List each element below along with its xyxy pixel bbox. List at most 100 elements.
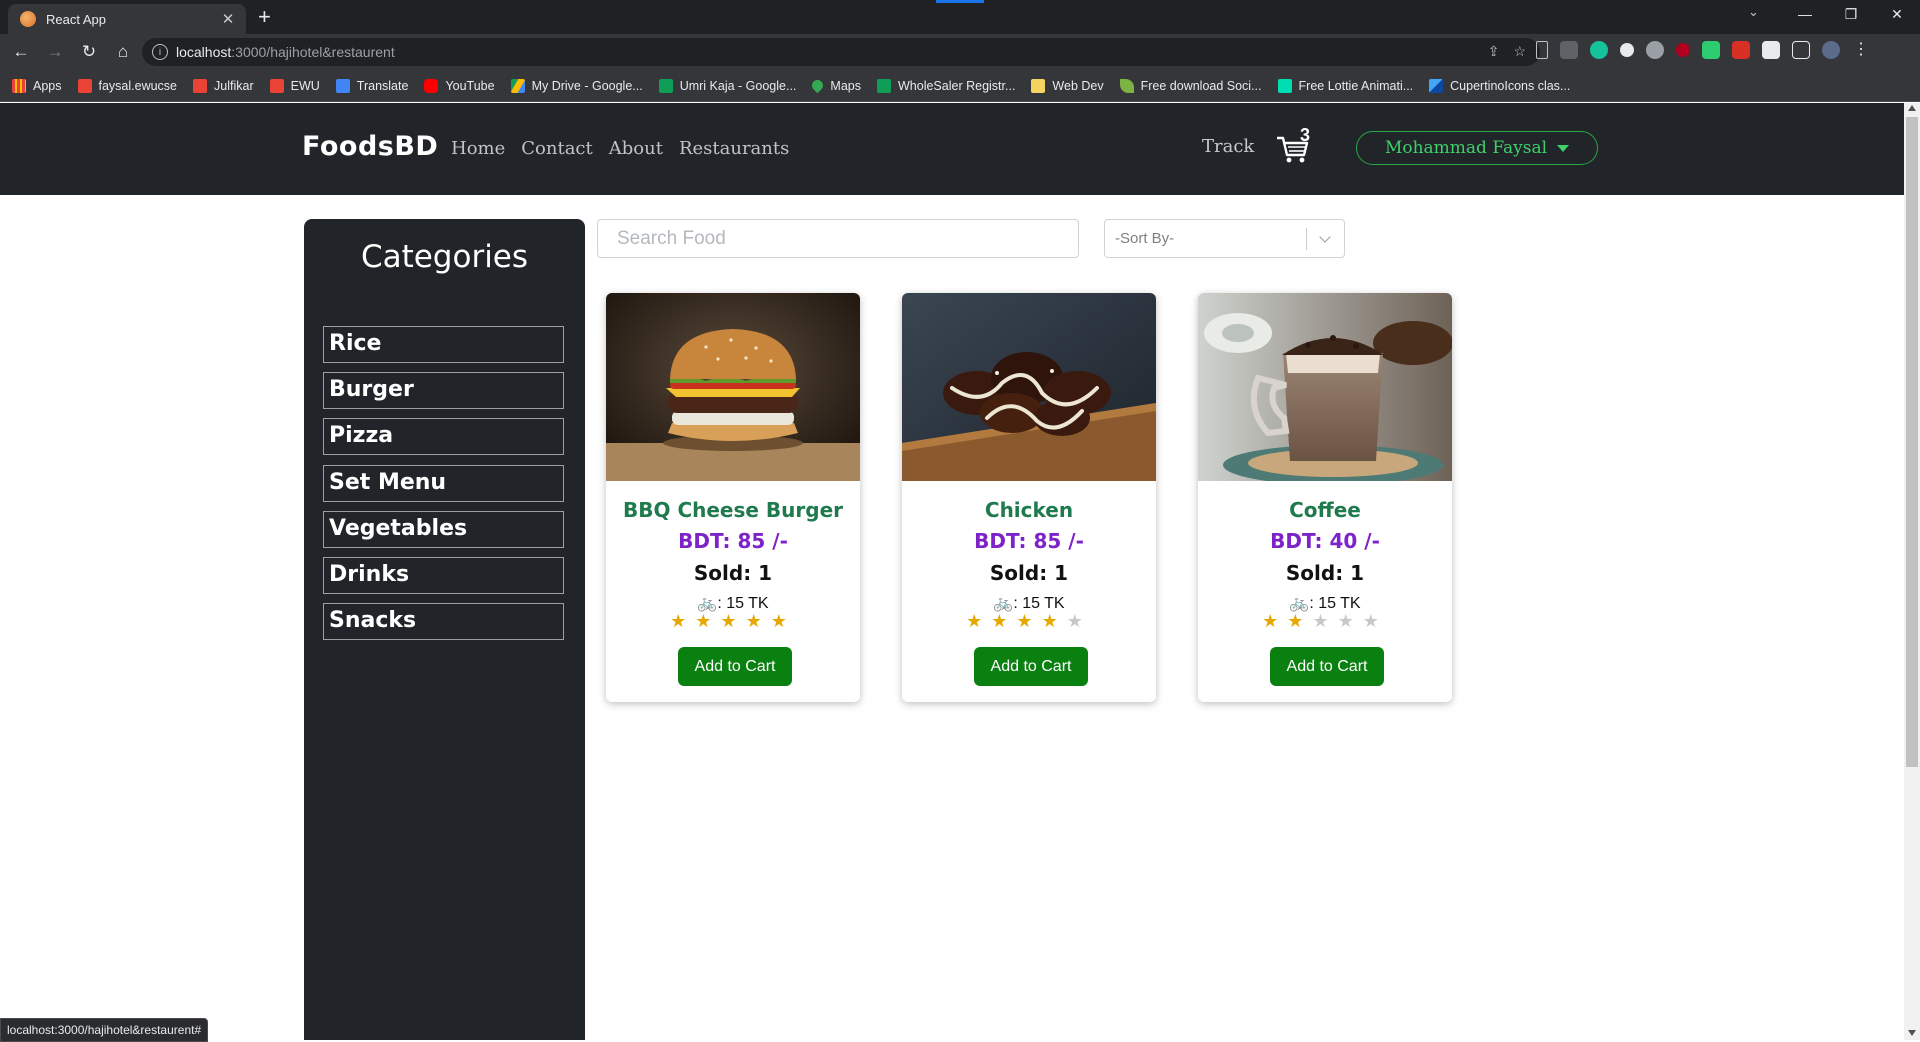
window-controls: — ❐ ✕ <box>1782 0 1920 30</box>
device-icon[interactable] <box>1536 41 1548 59</box>
bookmark-item[interactable]: Web Dev <box>1031 78 1104 93</box>
star-rating: ★★★★★ <box>902 611 1156 632</box>
bookmark-item[interactable]: My Drive - Google... <box>510 78 643 93</box>
profile-avatar-icon[interactable] <box>1822 41 1840 59</box>
category-vegetables[interactable]: Vegetables <box>323 511 564 548</box>
ublock-icon[interactable] <box>1676 43 1690 57</box>
star-filled-icon: ★ <box>1287 611 1313 631</box>
bookmarks-bar: Apps faysal.ewucse Julfikar EWU Translat… <box>0 70 1920 102</box>
product-card: Coffee BDT: 40 /- Sold: 1 🚲: 15 TK ★★★★★… <box>1198 293 1452 702</box>
bookmark-label: YouTube <box>445 78 495 93</box>
restore-icon[interactable]: ❐ <box>1828 0 1874 30</box>
bookmark-star-icon[interactable]: ☆ <box>1513 43 1526 60</box>
categories-title: Categories <box>360 239 529 275</box>
address-bar[interactable]: i localhost :3000/hajihotel&restaurent ⇪… <box>142 38 1540 66</box>
nav-links: Home Contact About Restaurants <box>451 138 789 159</box>
scroll-up-icon[interactable] <box>1908 105 1916 111</box>
clock-extension-icon[interactable] <box>1620 43 1634 57</box>
browser-tab[interactable]: React App ✕ <box>8 4 246 34</box>
star-filled-icon: ★ <box>770 611 796 631</box>
brand-logo[interactable]: FoodsBD <box>302 131 438 162</box>
extensions-area: ⋮ <box>1536 41 1870 59</box>
bookmark-item[interactable]: Apps <box>12 78 62 93</box>
cloud-extension-icon[interactable] <box>1646 41 1664 59</box>
bookmark-item[interactable]: WholeSaler Registr... <box>877 78 1016 93</box>
sort-by-select[interactable]: -Sort By- <box>1104 219 1345 258</box>
reload-icon[interactable]: ↻ <box>72 42 106 62</box>
bookmark-item[interactable]: Free Lottie Animati... <box>1277 78 1413 93</box>
category-set-menu[interactable]: Set Menu <box>323 465 564 502</box>
bookmark-item[interactable]: CupertinoIcons clas... <box>1429 78 1571 93</box>
red-extension-icon[interactable] <box>1732 41 1750 59</box>
category-snacks[interactable]: Snacks <box>323 603 564 640</box>
omnibox-actions: ⇪ ☆ <box>1488 43 1526 60</box>
sheets-icon <box>658 78 673 93</box>
bookmark-item[interactable]: Umri Kaja - Google... <box>658 78 796 93</box>
bookmark-item[interactable]: Translate <box>335 78 408 93</box>
site-info-icon[interactable]: i <box>152 44 168 60</box>
page-scrollbar[interactable] <box>1904 103 1920 1040</box>
search-food-input[interactable]: Search Food <box>597 219 1079 258</box>
pen-extension-icon[interactable] <box>1560 41 1578 59</box>
browser-tab-strip: React App ✕ + ⌄ — ❐ ✕ <box>0 0 1920 34</box>
bookmark-label: EWU <box>290 78 320 93</box>
track-link[interactable]: Track <box>1202 136 1254 157</box>
category-burger[interactable]: Burger <box>323 372 564 409</box>
forward-icon[interactable]: → <box>38 42 72 62</box>
bookmark-item[interactable]: Maps <box>810 77 861 94</box>
categories-sidebar: Categories Rice Burger Pizza Set Menu Ve… <box>304 219 585 1040</box>
nav-link-restaurants[interactable]: Restaurants <box>679 138 789 159</box>
category-rice[interactable]: Rice <box>323 326 564 363</box>
translate-icon <box>335 78 350 93</box>
back-icon[interactable]: ← <box>4 42 38 62</box>
minimize-icon[interactable]: — <box>1782 0 1828 30</box>
scroll-down-icon[interactable] <box>1908 1030 1916 1036</box>
category-pizza[interactable]: Pizza <box>323 418 564 455</box>
sheets-icon <box>877 78 891 93</box>
star-filled-icon: ★ <box>966 611 992 631</box>
menu-kebab-icon[interactable]: ⋮ <box>1852 41 1870 59</box>
new-tab-button[interactable]: + <box>258 4 271 30</box>
tab-search-icon[interactable]: ⌄ <box>1748 4 1759 20</box>
side-panel-icon[interactable] <box>1792 41 1810 59</box>
apps-grid-icon <box>12 78 26 93</box>
product-sold: Sold: 1 <box>1285 561 1365 585</box>
extensions-puzzle-icon[interactable] <box>1762 41 1780 59</box>
scrollbar-thumb[interactable] <box>1906 117 1918 767</box>
add-to-cart-button[interactable]: Add to Cart <box>678 647 792 686</box>
user-name: Mohammad Faysal <box>1384 138 1548 158</box>
grammarly-icon[interactable] <box>1590 41 1608 59</box>
home-icon[interactable]: ⌂ <box>106 42 140 62</box>
drive-icon <box>510 78 525 93</box>
react-app-favicon-icon <box>20 11 36 27</box>
bookmark-item[interactable]: EWU <box>269 78 320 93</box>
share-icon[interactable]: ⇪ <box>1488 43 1500 60</box>
bookmark-item[interactable]: faysal.ewucse <box>77 78 177 93</box>
user-dropdown-button[interactable]: Mohammad Faysal <box>1356 131 1598 165</box>
product-card: BBQ Cheese Burger BDT: 85 /- Sold: 1 🚲: … <box>606 293 860 702</box>
nav-link-contact[interactable]: Contact <box>521 138 592 159</box>
add-to-cart-button[interactable]: Add to Cart <box>974 647 1088 686</box>
product-name: Chicken <box>984 498 1074 522</box>
chicken-wings-photo <box>902 293 1156 481</box>
close-window-icon[interactable]: ✕ <box>1874 0 1920 30</box>
bookmark-label: CupertinoIcons clas... <box>1450 78 1571 93</box>
add-to-cart-button[interactable]: Add to Cart <box>1270 647 1384 686</box>
bookmark-item[interactable]: Julfikar <box>193 78 254 93</box>
tab-title: React App <box>46 11 106 27</box>
nav-link-about[interactable]: About <box>609 138 663 159</box>
bookmark-item[interactable]: YouTube <box>424 78 495 93</box>
star-filled-icon: ★ <box>1041 611 1067 631</box>
tab-close-icon[interactable]: ✕ <box>218 10 238 28</box>
delivery-fee: 🚲: 15 TK <box>606 593 860 613</box>
youtube-icon <box>424 78 439 93</box>
star-filled-icon: ★ <box>1262 611 1288 631</box>
lottie-icon <box>1277 78 1292 93</box>
nav-link-home[interactable]: Home <box>451 138 505 159</box>
product-card: Chicken BDT: 85 /- Sold: 1 🚲: 15 TK ★★★★… <box>902 293 1156 702</box>
bookmark-label: WholeSaler Registr... <box>898 78 1016 93</box>
category-drinks[interactable]: Drinks <box>323 557 564 594</box>
bookmark-item[interactable]: Free download Soci... <box>1119 78 1262 93</box>
shield-extension-icon[interactable] <box>1702 41 1720 59</box>
chevron-down-icon[interactable] <box>1319 231 1331 243</box>
